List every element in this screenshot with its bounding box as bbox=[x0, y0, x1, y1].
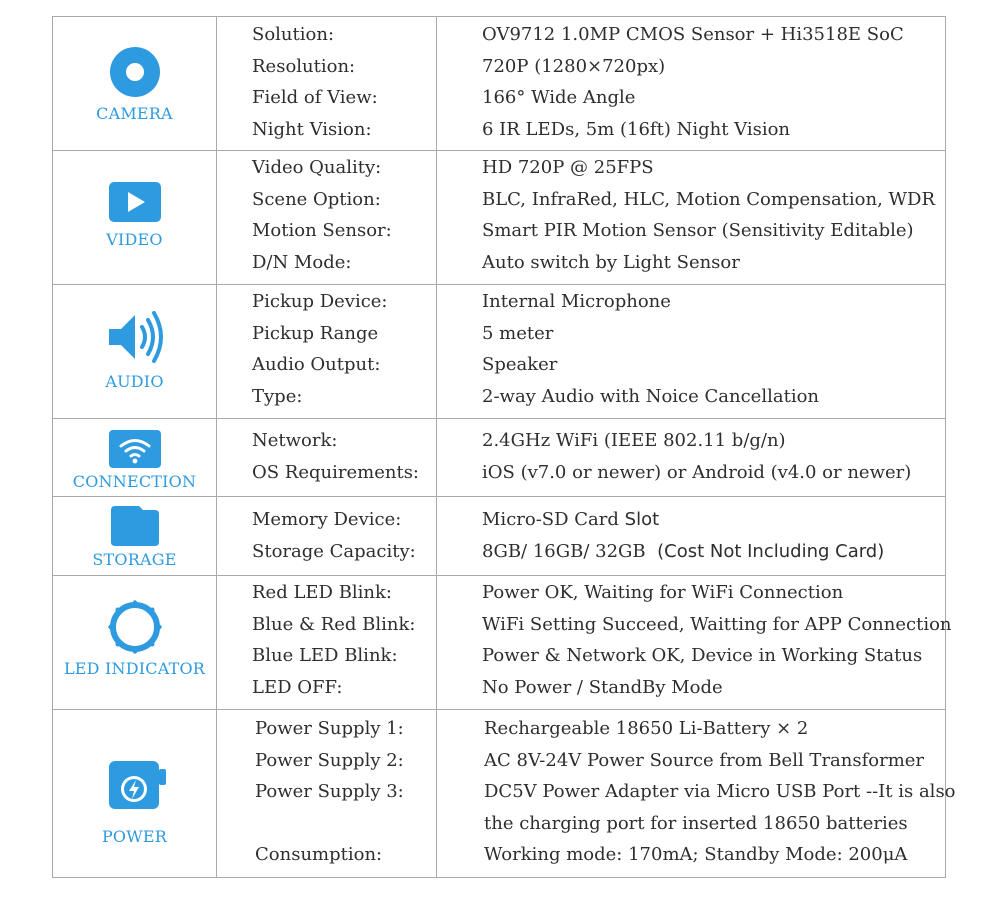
spec-value: OV9712 1.0MP CMOS Sensor + Hi3518E SoC bbox=[482, 24, 904, 45]
spec-value: 166° Wide Angle bbox=[482, 87, 636, 108]
spec-key: OS Requirements: bbox=[252, 462, 419, 483]
value-cell: OV9712 1.0MP CMOS Sensor + Hi3518E SoC 7… bbox=[436, 17, 945, 150]
spec-value-note: (Cost Not Including Card) bbox=[645, 541, 885, 562]
key-cell: Red LED Blink: Blue & Red Blink: Blue LE… bbox=[216, 576, 437, 709]
spec-value: BLC, InfraRed, HLC, Motion Compensation,… bbox=[482, 189, 936, 210]
speaker-icon bbox=[108, 311, 163, 363]
spec-key: Power Supply 3: bbox=[255, 781, 404, 802]
spec-value: WiFi Setting Succeed, Waitting for APP C… bbox=[482, 614, 952, 635]
icon-cell: LED INDICATOR bbox=[53, 576, 217, 709]
section-label: LED INDICATOR bbox=[63, 659, 206, 678]
spec-table: CAMERA Solution: Resolution: Field of Vi… bbox=[52, 16, 956, 878]
section-label: STORAGE bbox=[92, 550, 177, 569]
spec-key: Network: bbox=[252, 430, 338, 451]
spec-value: iOS (v7.0 or newer) or Android (v4.0 or … bbox=[482, 462, 912, 483]
spec-value: Internal Microphone bbox=[482, 291, 671, 312]
spec-key: Power Supply 1: bbox=[255, 718, 404, 739]
spec-value-note: Slot bbox=[618, 509, 660, 530]
spec-key: Solution: bbox=[252, 24, 335, 45]
section-video: VIDEO Video Quality: Scene Option: Motio… bbox=[52, 151, 946, 285]
value-cell: Rechargeable 18650 Li-Battery × 2 AC 8V-… bbox=[436, 710, 956, 877]
spec-key: Audio Output: bbox=[252, 354, 381, 375]
icon-cell: CAMERA bbox=[53, 17, 217, 150]
spec-value: Smart PIR Motion Sensor (Sensitivity Edi… bbox=[482, 220, 914, 241]
section-label: POWER bbox=[101, 827, 168, 846]
spec-key: Field of View: bbox=[252, 87, 378, 108]
spec-value: 2-way Audio with Noice Cancellation bbox=[482, 386, 819, 407]
spec-value: 2.4GHz WiFi (IEEE 802.11 b/g/n) bbox=[482, 430, 786, 451]
spec-value: DC5V Power Adapter via Micro USB Port --… bbox=[484, 781, 956, 802]
spec-key: Pickup Range bbox=[252, 323, 379, 344]
spec-value: 5 meter bbox=[482, 323, 554, 344]
key-cell: Solution: Resolution: Field of View: Nig… bbox=[216, 17, 437, 150]
spec-value: Working mode: 170mA; Standby Mode: 200μA bbox=[484, 844, 908, 865]
spec-key: Resolution: bbox=[252, 56, 356, 77]
spec-key: Blue LED Blink: bbox=[252, 645, 398, 666]
spec-key: Red LED Blink: bbox=[252, 582, 393, 603]
section-label: AUDIO bbox=[105, 372, 164, 391]
spec-value: Micro-SD Card bbox=[482, 509, 619, 530]
spec-value: Auto switch by Light Sensor bbox=[482, 252, 740, 273]
spec-value: 720P (1280×720px) bbox=[482, 56, 666, 77]
spec-value: Power OK, Waiting for WiFi Connection bbox=[482, 582, 844, 603]
camera-lens-icon bbox=[109, 47, 160, 97]
value-cell: Internal Microphone 5 meter Speaker 2-wa… bbox=[436, 285, 945, 418]
spec-value: 8GB/ 16GB/ 32GB bbox=[482, 541, 646, 562]
spec-key: Blue & Red Blink: bbox=[252, 614, 416, 635]
section-label: CONNECTION bbox=[72, 472, 197, 491]
spec-value: 6 IR LEDs, 5m (16ft) Night Vision bbox=[482, 119, 791, 140]
spec-key: Motion Sensor: bbox=[252, 220, 392, 241]
spec-key: Power Supply 2: bbox=[255, 750, 404, 771]
section-camera: CAMERA Solution: Resolution: Field of Vi… bbox=[52, 16, 946, 151]
key-cell: Memory Device: Storage Capacity: bbox=[216, 497, 437, 575]
spec-key: Consumption: bbox=[255, 844, 383, 865]
spec-key: D/N Mode: bbox=[252, 252, 352, 273]
key-cell: Network: OS Requirements: bbox=[216, 419, 437, 496]
section-connection: CONNECTION Network: OS Requirements: 2.4… bbox=[52, 419, 946, 497]
battery-charging-icon bbox=[108, 761, 166, 809]
icon-cell: POWER bbox=[53, 710, 217, 877]
spec-value: Rechargeable 18650 Li-Battery × 2 bbox=[484, 718, 809, 739]
spec-key: Scene Option: bbox=[252, 189, 381, 210]
value-cell: Micro-SD Card Slot 8GB/ 16GB/ 32GB (Cost… bbox=[436, 497, 945, 575]
section-power: POWER Power Supply 1: Power Supply 2: Po… bbox=[52, 710, 956, 878]
spec-value-line: Micro-SD Card Slot bbox=[436, 504, 945, 536]
section-label: CAMERA bbox=[96, 104, 173, 123]
key-cell: Video Quality: Scene Option: Motion Sens… bbox=[216, 151, 437, 284]
spec-key: Type: bbox=[252, 386, 303, 407]
value-cell: Power OK, Waiting for WiFi Connection Wi… bbox=[436, 576, 952, 709]
wifi-icon bbox=[108, 430, 161, 468]
value-cell: HD 720P @ 25FPS BLC, InfraRed, HLC, Moti… bbox=[436, 151, 945, 284]
key-cell: Pickup Device: Pickup Range Audio Output… bbox=[216, 285, 437, 418]
icon-cell: AUDIO bbox=[53, 285, 217, 418]
value-cell: 2.4GHz WiFi (IEEE 802.11 b/g/n) iOS (v7.… bbox=[436, 419, 945, 496]
section-storage: STORAGE Memory Device: Storage Capacity:… bbox=[52, 497, 946, 576]
spec-value-line: 8GB/ 16GB/ 32GB (Cost Not Including Card… bbox=[436, 536, 945, 568]
play-icon bbox=[108, 182, 161, 222]
spec-value: Speaker bbox=[482, 354, 558, 375]
spec-key: Memory Device: bbox=[252, 509, 402, 530]
spec-value: HD 720P @ 25FPS bbox=[482, 157, 654, 178]
sd-card-icon bbox=[110, 506, 159, 546]
section-audio: AUDIO Pickup Device: Pickup Range Audio … bbox=[52, 285, 946, 419]
spec-key: Storage Capacity: bbox=[252, 541, 416, 562]
section-label: VIDEO bbox=[106, 230, 163, 249]
key-cell: Power Supply 1: Power Supply 2: Power Su… bbox=[216, 710, 437, 877]
spec-key: Pickup Device: bbox=[252, 291, 388, 312]
spec-key: Night Vision: bbox=[252, 119, 372, 140]
icon-cell: VIDEO bbox=[53, 151, 217, 284]
led-ring-icon bbox=[107, 600, 162, 654]
icon-cell: STORAGE bbox=[53, 497, 217, 575]
section-led-indicator: LED INDICATOR Red LED Blink: Blue & Red … bbox=[52, 576, 952, 710]
spec-value: the charging port for inserted 18650 bat… bbox=[484, 813, 908, 834]
spec-value: No Power / StandBy Mode bbox=[482, 677, 723, 698]
spec-value: AC 8V-24V Power Source from Bell Transfo… bbox=[484, 750, 925, 771]
spec-key: LED OFF: bbox=[252, 677, 343, 698]
spec-value: Power & Network OK, Device in Working St… bbox=[482, 645, 923, 666]
spec-key: Video Quality: bbox=[252, 157, 382, 178]
icon-cell: CONNECTION bbox=[53, 419, 217, 496]
